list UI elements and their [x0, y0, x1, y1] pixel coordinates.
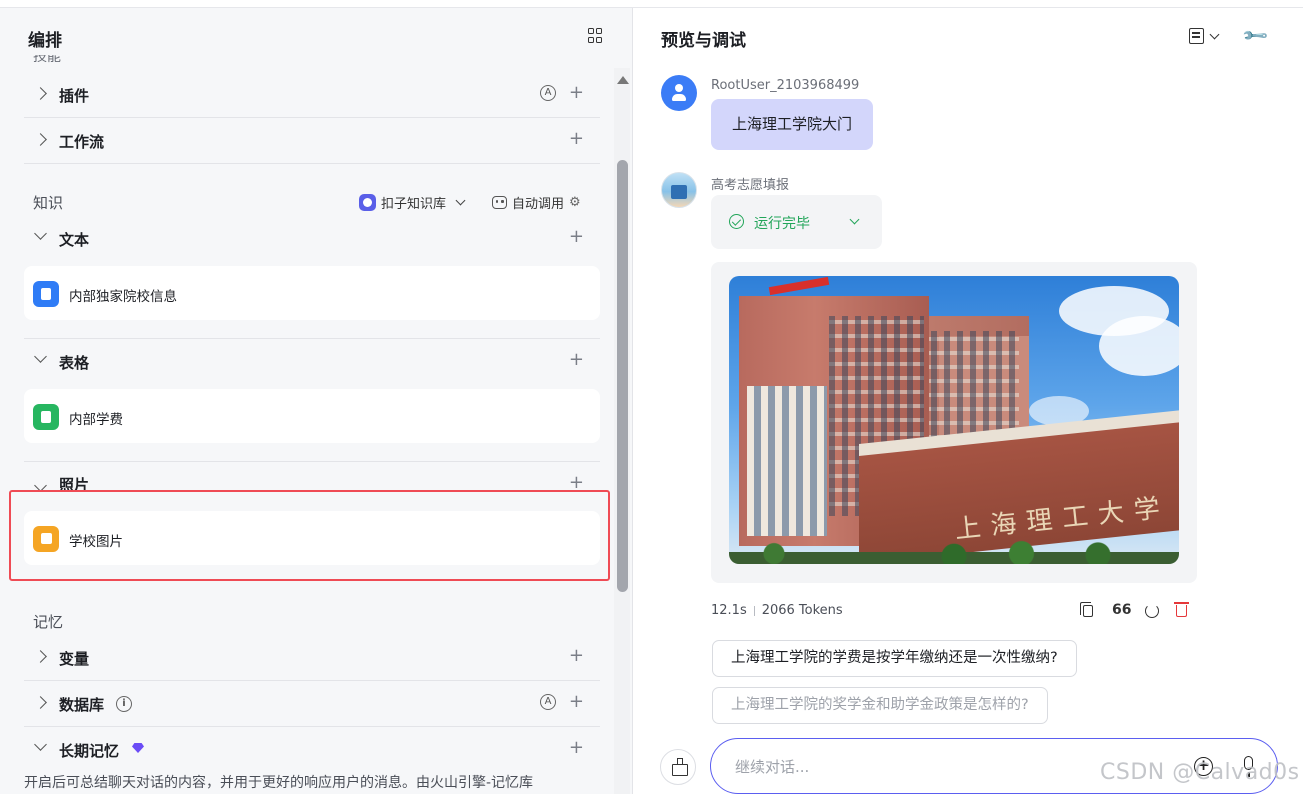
scrollbar-thumb[interactable] [617, 160, 628, 592]
add-table-plus-icon[interactable]: + [569, 350, 584, 370]
auto-icon[interactable]: A [540, 694, 556, 710]
suggestion-1[interactable]: 上海理工学院的学费是按学年缴纳还是一次性缴纳? [712, 640, 1077, 677]
chevron-right-icon [34, 650, 47, 663]
watermark: CSDN @Calvad0s [1100, 760, 1300, 785]
chevron-down-icon [34, 227, 47, 240]
add-text-plus-icon[interactable]: + [569, 227, 584, 247]
auto-call-label: 自动调用 [512, 196, 565, 212]
arrange-title: 编排 [28, 31, 62, 51]
chevron-down-icon[interactable] [1209, 29, 1220, 40]
chevron-down-icon [34, 350, 47, 363]
info-icon[interactable]: i [116, 696, 132, 712]
add-workflow-plus-icon[interactable]: + [569, 129, 584, 149]
add-database-plus-icon[interactable]: + [569, 692, 584, 712]
preview-panel: 预览与调试 🔧 RootUser_2103968499 上海理工学院大门 高考志… [634, 8, 1303, 794]
user-message: 上海理工学院大门 [711, 99, 873, 150]
history-icon[interactable] [1189, 28, 1204, 44]
plugins-label: 插件 [59, 87, 90, 105]
copy-icon[interactable] [1080, 602, 1093, 617]
chevron-right-icon [34, 696, 47, 709]
bot-avatar [661, 172, 697, 208]
auto-call-setting[interactable]: 自动调用 ⚙ [492, 192, 581, 212]
message-meta: 12.1s 2066 Tokens [711, 603, 843, 618]
robot-icon [492, 195, 507, 209]
arrange-panel: 编排 技能 插件 A + 工作流 + 知识 扣子知识库 自动调用 ⚙ 文本 + … [0, 8, 633, 794]
chevron-down-icon [34, 479, 47, 490]
add-photo-plus-icon[interactable]: + [569, 473, 584, 491]
run-status[interactable]: 运行完毕 [711, 195, 882, 249]
row-long-term-memory[interactable]: 长期记忆 + [24, 727, 600, 773]
database-label: 数据库 [59, 696, 105, 714]
memory-title: 记忆 [33, 613, 64, 631]
gear-icon[interactable]: ⚙ [569, 195, 581, 210]
top-border [0, 0, 1303, 8]
app-root: 编排 技能 插件 A + 工作流 + 知识 扣子知识库 自动调用 ⚙ 文本 + … [0, 0, 1303, 794]
brush-icon[interactable] [660, 749, 696, 785]
chevron-right-icon [34, 133, 47, 146]
text-section-label: 文本 [59, 231, 90, 249]
chevron-right-icon [34, 87, 47, 100]
highlight-annotation [9, 490, 610, 581]
row-text[interactable]: 文本 + [24, 216, 600, 262]
auto-icon[interactable]: A [540, 85, 556, 101]
grid-icon[interactable] [588, 28, 604, 44]
knowledge-title: 知识 [33, 194, 64, 212]
long-term-memory-description: 开启后可总结聊天对话的内容，并用于更好的响应用户的消息。由火山引擎-记忆库 [24, 775, 534, 791]
workflow-label: 工作流 [59, 133, 105, 151]
campus-gate-photo[interactable]: 上海理工大学 [729, 276, 1179, 564]
photo-section-label: 照片 [59, 476, 90, 490]
kb-select[interactable]: 扣子知识库 [359, 192, 466, 212]
row-database[interactable]: 数据库 i A + [24, 681, 600, 727]
run-status-text: 运行完毕 [754, 216, 810, 232]
long-term-memory-label: 长期记忆 [59, 742, 120, 760]
suggestion-2[interactable]: 上海理工学院的奖学金和助学金政策是怎样的? [712, 687, 1048, 724]
skills-heading: 技能 [33, 55, 61, 65]
kb-logo-icon [359, 193, 376, 211]
gem-icon [132, 743, 144, 753]
add-variable-plus-icon[interactable]: + [569, 646, 584, 666]
token-count: 2066 Tokens [761, 603, 843, 618]
scroll-up-arrow-icon[interactable] [617, 76, 629, 84]
row-table[interactable]: 表格 + [24, 339, 600, 385]
table-knowledge-item[interactable]: 内部学费 [24, 389, 600, 443]
user-avatar-icon [661, 75, 697, 111]
bot-name: 高考志愿填报 [711, 178, 790, 193]
divider [24, 461, 600, 462]
kb-select-label: 扣子知识库 [381, 196, 447, 212]
file-icon [33, 281, 59, 307]
quote-icon[interactable]: 66 [1112, 602, 1131, 618]
variables-label: 变量 [59, 650, 90, 668]
text-knowledge-item[interactable]: 内部独家院校信息 [24, 266, 600, 320]
row-plugins[interactable]: 插件 A + [24, 72, 600, 118]
bot-image-message: 上海理工大学 [711, 262, 1197, 583]
table-section-label: 表格 [59, 354, 90, 372]
trash-icon[interactable] [1174, 602, 1189, 617]
add-memory-plus-icon[interactable]: + [569, 738, 584, 758]
duration: 12.1s [711, 603, 747, 618]
table-item-label: 内部学费 [69, 412, 123, 428]
add-plugin-plus-icon[interactable]: + [569, 83, 584, 103]
row-photo[interactable]: 照片 + [24, 468, 600, 490]
sheet-icon [33, 404, 59, 430]
chevron-down-icon [455, 195, 466, 206]
wrench-icon[interactable]: 🔧 [1241, 21, 1270, 50]
chevron-down-icon [34, 738, 47, 751]
retry-icon[interactable] [1145, 604, 1159, 618]
check-circle-icon [729, 214, 744, 229]
row-workflow[interactable]: 工作流 + [24, 118, 600, 164]
row-variables[interactable]: 变量 + [24, 635, 600, 681]
user-name: RootUser_2103968499 [711, 78, 860, 93]
preview-title: 预览与调试 [661, 31, 746, 51]
chevron-down-icon[interactable] [849, 214, 860, 225]
text-item-label: 内部独家院校信息 [69, 289, 177, 305]
